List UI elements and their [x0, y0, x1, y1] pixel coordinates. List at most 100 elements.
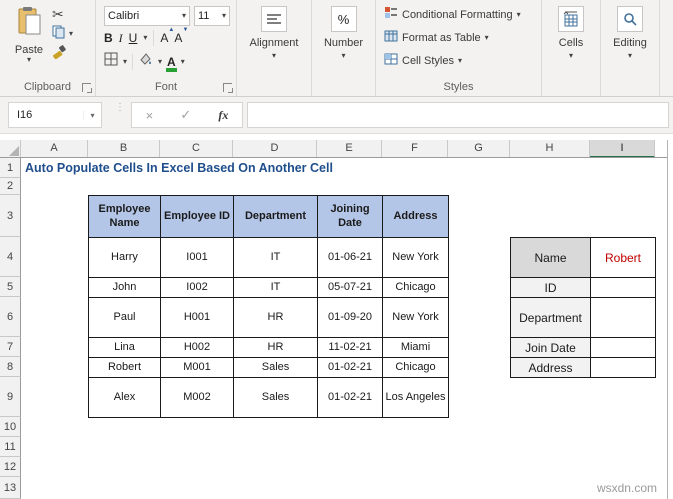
italic-button[interactable]: I	[119, 31, 123, 46]
conditional-formatting-button[interactable]: Conditional Formatting ▾	[384, 6, 521, 24]
borders-dropdown-arrow[interactable]: ▾	[123, 57, 127, 66]
table-cell[interactable]: IT	[234, 238, 318, 278]
employee-table-header[interactable]: Employee ID	[161, 196, 234, 238]
alignment-button[interactable]: Alignment ▾	[237, 6, 311, 60]
sheet-title-cell-a1[interactable]: Auto Populate Cells In Excel Based On An…	[25, 161, 333, 175]
lookup-label-address[interactable]: Address	[511, 358, 591, 378]
table-cell[interactable]: I002	[161, 278, 234, 298]
cell-styles-button[interactable]: Cell Styles ▾	[384, 52, 462, 70]
employee-table-header[interactable]: Department	[234, 196, 318, 238]
bold-button[interactable]: B	[104, 31, 113, 45]
row-header-4[interactable]: 4	[0, 237, 21, 277]
table-cell[interactable]: Chicago	[383, 358, 449, 378]
table-cell[interactable]: New York	[383, 298, 449, 338]
row-header-8[interactable]: 8	[0, 357, 21, 377]
row-header-10[interactable]: 10	[0, 417, 21, 437]
table-cell[interactable]: H001	[161, 298, 234, 338]
fill-color-icon[interactable]	[138, 52, 153, 71]
lookup-value-join-date[interactable]	[591, 338, 656, 358]
paste-dropdown-arrow[interactable]: ▾	[27, 56, 31, 64]
table-cell[interactable]: Miami	[383, 338, 449, 358]
row-header-2[interactable]: 2	[0, 178, 21, 195]
name-box[interactable]: I16 ▾	[8, 102, 102, 128]
lookup-label-department[interactable]: Department	[511, 298, 591, 338]
employee-table-header[interactable]: Address	[383, 196, 449, 238]
table-cell[interactable]: Los Angeles	[383, 378, 449, 418]
copy-dropdown-arrow[interactable]: ▾	[69, 30, 73, 38]
table-cell[interactable]: Harry	[89, 238, 161, 278]
table-cell[interactable]: 01-09-20	[318, 298, 383, 338]
cells-dropdown-arrow[interactable]: ▾	[569, 52, 573, 60]
table-cell[interactable]: I001	[161, 238, 234, 278]
table-cell[interactable]: Robert	[89, 358, 161, 378]
column-header-c[interactable]: C	[160, 140, 233, 158]
editing-dropdown-arrow[interactable]: ▾	[628, 52, 632, 60]
font-color-button[interactable]: A	[166, 56, 177, 72]
table-cell[interactable]: 05-07-21	[318, 278, 383, 298]
name-box-dropdown-arrow[interactable]: ▾	[83, 110, 101, 120]
font-name-combobox[interactable]: Calibri ▾	[104, 6, 190, 26]
number-button[interactable]: % Number ▾	[312, 6, 375, 60]
table-cell[interactable]: 01-02-21	[318, 358, 383, 378]
font-size-combobox[interactable]: 11 ▾	[194, 6, 230, 26]
table-cell[interactable]: HR	[234, 338, 318, 358]
borders-button[interactable]	[104, 52, 118, 71]
table-cell[interactable]: H002	[161, 338, 234, 358]
lookup-value-address[interactable]	[591, 358, 656, 378]
alignment-dropdown-arrow[interactable]: ▾	[272, 52, 276, 60]
column-header-i-selected[interactable]: I	[590, 140, 655, 158]
clipboard-dialog-launcher[interactable]	[82, 83, 92, 93]
formula-input[interactable]	[247, 102, 669, 128]
table-cell[interactable]: Lina	[89, 338, 161, 358]
lookup-label-name[interactable]: Name	[511, 238, 591, 278]
select-all-button[interactable]	[0, 140, 21, 158]
table-cell[interactable]: Paul	[89, 298, 161, 338]
column-header-b[interactable]: B	[88, 140, 160, 158]
lookup-value-id[interactable]	[591, 278, 656, 298]
format-as-table-button[interactable]: Format as Table ▾	[384, 29, 489, 47]
row-header-13[interactable]: 13	[0, 477, 21, 499]
column-header-h[interactable]: H	[510, 140, 590, 158]
table-cell[interactable]: New York	[383, 238, 449, 278]
copy-button[interactable]: ▾	[52, 25, 92, 42]
lookup-label-join-date[interactable]: Join Date	[511, 338, 591, 358]
editing-button[interactable]: Editing ▾	[601, 6, 659, 60]
lookup-label-id[interactable]: ID	[511, 278, 591, 298]
lookup-value-name[interactable]: Robert	[591, 238, 656, 278]
table-cell[interactable]: Sales	[234, 358, 318, 378]
row-header-6[interactable]: 6	[0, 297, 21, 337]
format-painter-button[interactable]	[52, 44, 92, 62]
table-cell[interactable]: Chicago	[383, 278, 449, 298]
table-cell[interactable]: IT	[234, 278, 318, 298]
table-cell[interactable]: Alex	[89, 378, 161, 418]
paste-button[interactable]: Paste ▾	[10, 6, 48, 72]
font-name-dropdown-arrow[interactable]: ▾	[182, 12, 186, 20]
underline-dropdown-arrow[interactable]: ▾	[143, 34, 147, 42]
table-cell[interactable]: M002	[161, 378, 234, 418]
font-dialog-launcher[interactable]	[223, 83, 233, 93]
employee-table-header[interactable]: Employee Name	[89, 196, 161, 238]
column-header-f[interactable]: F	[382, 140, 448, 158]
enter-button[interactable]: ✓	[180, 107, 191, 123]
table-cell[interactable]: HR	[234, 298, 318, 338]
row-header-3[interactable]: 3	[0, 195, 21, 237]
column-header-d[interactable]: D	[233, 140, 317, 158]
decrease-font-button[interactable]: A ▼	[174, 27, 188, 45]
lookup-value-department[interactable]	[591, 298, 656, 338]
underline-button[interactable]: U	[129, 31, 138, 45]
font-size-dropdown-arrow[interactable]: ▾	[222, 12, 226, 20]
cells-button[interactable]: Cells ▾	[542, 6, 600, 60]
employee-table-header[interactable]: Joining Date	[318, 196, 383, 238]
cancel-button[interactable]: ×	[146, 108, 154, 123]
fill-color-dropdown-arrow[interactable]: ▾	[158, 57, 162, 66]
table-cell[interactable]: Sales	[234, 378, 318, 418]
increase-font-button[interactable]: A ▲	[160, 27, 174, 45]
font-color-dropdown-arrow[interactable]: ▾	[181, 57, 185, 66]
insert-function-button[interactable]: fx	[218, 108, 228, 123]
cut-button[interactable]: ✂	[52, 6, 92, 22]
table-cell[interactable]: John	[89, 278, 161, 298]
row-header-12[interactable]: 12	[0, 457, 21, 477]
worksheet[interactable]: Auto Populate Cells In Excel Based On An…	[21, 158, 667, 499]
row-header-11[interactable]: 11	[0, 437, 21, 457]
table-cell[interactable]: 01-06-21	[318, 238, 383, 278]
